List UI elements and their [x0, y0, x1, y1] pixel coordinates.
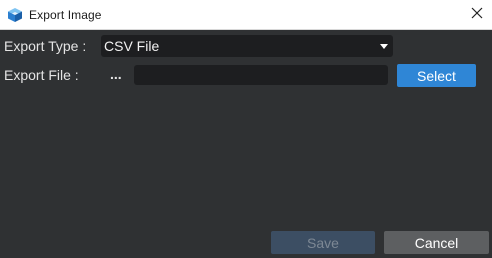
title-bar: Export Image — [0, 0, 492, 30]
export-type-dropdown[interactable]: CSV File — [101, 35, 393, 57]
ellipsis-text: ... — [110, 66, 122, 82]
close-icon — [471, 6, 483, 24]
select-button[interactable]: Select — [397, 64, 476, 87]
3d-cube-app-icon — [7, 7, 23, 23]
window-title: Export Image — [29, 8, 102, 22]
cancel-button[interactable]: Cancel — [384, 231, 489, 254]
export-file-label: Export File : — [4, 67, 79, 83]
close-button[interactable] — [462, 0, 492, 30]
export-type-label: Export Type : — [4, 38, 87, 54]
export-image-dialog: Export Image Export Type : CSV File Expo… — [0, 0, 492, 258]
export-type-selected-value: CSV File — [104, 38, 160, 54]
chevron-down-icon — [380, 44, 388, 49]
export-file-path-input[interactable] — [134, 65, 388, 85]
save-button[interactable]: Save — [271, 231, 375, 254]
